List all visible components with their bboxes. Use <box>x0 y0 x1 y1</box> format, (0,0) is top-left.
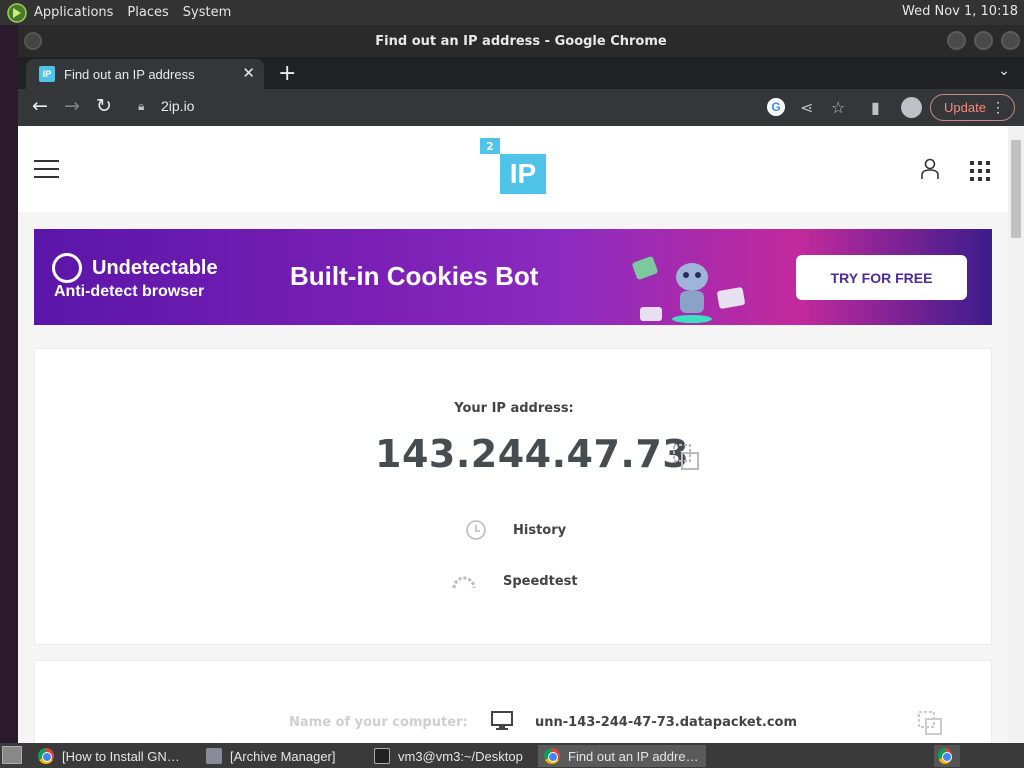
chrome-icon <box>38 748 54 764</box>
tab-label: Find out an IP address <box>64 66 195 82</box>
menu-system[interactable]: System <box>183 5 231 20</box>
browser-toolbar: ← → ↻ 🔒︎ 2ip.io G ⋖ ☆ ▮ Update ⋮ <box>18 89 1024 126</box>
window-menu-button[interactable] <box>24 32 42 50</box>
page-scrollbar[interactable] <box>1008 126 1024 743</box>
banner-brand: Undetectable <box>92 257 218 279</box>
computer-name-label: Name of your computer: <box>289 715 468 730</box>
history-link[interactable]: History <box>465 519 566 541</box>
side-panel-icon[interactable]: ▮ <box>871 98 880 117</box>
user-account-icon[interactable] <box>921 158 939 180</box>
logo-2: 2 <box>480 138 500 154</box>
google-lens-icon[interactable]: G <box>767 98 785 116</box>
computer-name-value[interactable]: unn-143-244-47-73.datapacket.com <box>535 715 797 730</box>
robot-illustration-icon <box>632 256 745 323</box>
update-button[interactable]: Update ⋮ <box>930 94 1015 121</box>
back-icon[interactable]: ← <box>32 95 48 117</box>
close-tab-icon[interactable]: ✕ <box>242 64 255 82</box>
archive-icon <box>206 748 222 764</box>
lock-icon[interactable]: 🔒︎ <box>138 99 144 114</box>
share-icon[interactable]: ⋖ <box>800 98 813 117</box>
ip-card: Your IP address: 143.244.47.73 History S… <box>34 348 992 645</box>
browser-window: Find out an IP address - Google Chrome I… <box>18 25 1024 743</box>
tab-search-chevron-icon[interactable]: ⌄ <box>998 63 1010 79</box>
chrome-icon <box>544 748 560 764</box>
clock[interactable]: Wed Nov 1, 10:18 <box>902 4 1018 19</box>
history-clock-icon <box>466 520 486 540</box>
minimize-button[interactable] <box>947 31 966 50</box>
ad-banner[interactable]: Undetectable Anti-detect browser Built-i… <box>34 229 992 325</box>
site-logo[interactable]: 2 IP <box>480 138 546 198</box>
window-title: Find out an IP address - Google Chrome <box>375 33 667 49</box>
forward-icon[interactable]: → <box>64 95 80 117</box>
apps-grid-icon[interactable] <box>970 161 990 181</box>
tab-favicon-icon: IP <box>39 66 55 82</box>
gnome-logo-icon[interactable] <box>6 2 28 24</box>
banner-subbrand: Anti-detect browser <box>54 283 205 300</box>
top-panel: Applications Places System Wed Nov 1, 10… <box>0 0 1024 25</box>
ip-label: Your IP address: <box>454 401 574 416</box>
speedtest-label: Speedtest <box>503 573 578 589</box>
speedometer-icon <box>452 576 476 589</box>
show-desktop-icon[interactable] <box>2 746 22 764</box>
window-controls <box>947 31 1020 50</box>
window-titlebar[interactable]: Find out an IP address - Google Chrome <box>18 25 1024 57</box>
taskbar-item-terminal[interactable]: vm3@vm3:~/Desktop <box>368 745 534 767</box>
bottom-taskbar: [How to Install GN… [Archive Manager] vm… <box>0 743 1024 768</box>
scrollbar-thumb[interactable] <box>1011 140 1021 238</box>
close-window-button[interactable] <box>1001 31 1020 50</box>
taskbar-item-archive-manager[interactable]: [Archive Manager] <box>200 745 364 767</box>
update-label: Update <box>944 100 986 115</box>
speedtest-link[interactable]: Speedtest <box>451 572 578 590</box>
copy-icon[interactable] <box>673 444 699 470</box>
taskbar-item-label: vm3@vm3:~/Desktop <box>398 748 523 764</box>
url-text[interactable]: 2ip.io <box>161 98 194 114</box>
undetectable-logo-icon <box>52 253 82 283</box>
page-viewport: 2 IP Undetectable Anti-detect browser Bu… <box>18 126 1008 743</box>
profile-avatar-icon[interactable] <box>901 97 922 118</box>
taskbar-item-label: Find out an IP addre… <box>568 748 699 764</box>
computer-info-card: Name of your computer: unn-143-244-47-73… <box>34 660 992 743</box>
reload-icon[interactable]: ↻ <box>96 95 112 117</box>
desktop-background <box>0 25 18 743</box>
taskbar-item-label: [Archive Manager] <box>230 748 336 764</box>
terminal-icon <box>374 748 390 764</box>
logo-ip: IP <box>500 154 546 194</box>
taskbar-tray-chrome[interactable] <box>934 745 960 767</box>
tab-strip: IP Find out an IP address ✕ + ⌄ <box>18 57 1024 89</box>
taskbar-item-install-gn[interactable]: [How to Install GN… <box>32 745 196 767</box>
kebab-menu-icon[interactable]: ⋮ <box>991 99 1005 116</box>
bookmark-star-icon[interactable]: ☆ <box>831 98 845 117</box>
maximize-button[interactable] <box>974 31 993 50</box>
try-for-free-button[interactable]: TRY FOR FREE <box>796 255 967 300</box>
banner-headline: Built-in Cookies Bot <box>290 261 539 291</box>
copy-hostname-icon[interactable] <box>918 711 942 735</box>
site-header: 2 IP <box>18 126 1008 212</box>
menu-applications[interactable]: Applications <box>34 5 113 20</box>
taskbar-item-label: [How to Install GN… <box>62 748 180 764</box>
new-tab-icon[interactable]: + <box>278 61 296 86</box>
taskbar-item-find-ip[interactable]: Find out an IP addre… <box>538 745 706 767</box>
history-label: History <box>513 522 567 538</box>
chrome-icon <box>938 748 952 764</box>
menu-places[interactable]: Places <box>127 5 168 20</box>
monitor-icon <box>491 711 513 730</box>
ip-address-value[interactable]: 143.244.47.73 <box>375 432 689 476</box>
tab-find-ip[interactable]: IP Find out an IP address ✕ <box>26 59 264 89</box>
hamburger-menu-icon[interactable] <box>34 160 59 178</box>
